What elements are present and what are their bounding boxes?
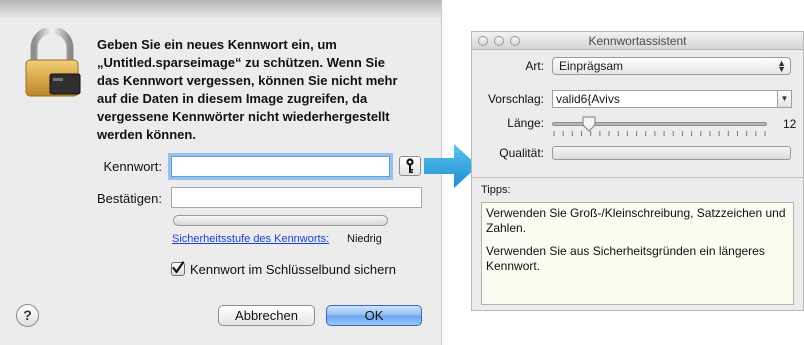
confirm-input[interactable] [171,187,422,208]
chevron-down-icon: ▼ [780,94,789,103]
suggestion-input[interactable]: valid6{Avivs [552,90,778,108]
window-title: Kennwortassistent [588,34,687,48]
question-mark-icon: ? [23,307,32,323]
type-popup[interactable]: Einprägsam ▲ ▼ [552,57,791,75]
tips-box: Verwenden Sie Groß-/Kleinschreibung, Sat… [481,202,794,305]
length-slider-knob[interactable] [582,116,596,132]
keychain-checkbox-label[interactable]: Kennwort im Schlüsselbund sichern [190,262,396,277]
confirm-label: Bestätigen: [96,191,162,206]
updown-arrows-icon: ▲ ▼ [777,58,786,74]
ok-button[interactable]: OK [326,305,422,326]
password-assistant-window: Kennwortassistent Art: Einprägsam ▲ ▼ Vor… [471,31,804,311]
password-input[interactable] [171,156,390,177]
password-strength-bar [173,215,388,226]
tip-item: Verwenden Sie Groß-/Kleinschreibung, Sat… [486,206,786,235]
quality-meter [552,146,791,160]
password-label: Kennwort: [103,159,162,174]
password-assistant-button[interactable] [399,156,421,176]
length-label: Länge: [507,116,544,130]
suggestion-label: Vorschlag: [487,92,544,106]
tip-item: Verwenden Sie aus Sicherheitsgründen ein… [486,244,765,273]
length-value: 12 [783,117,797,131]
divider [472,177,803,178]
quality-label: Qualität: [499,146,544,160]
sheet-top-shadow [0,0,441,18]
suggestion-dropdown-button[interactable]: ▼ [777,90,792,108]
keychain-checkbox[interactable] [171,261,185,276]
dialog-message: Geben Sie ein neues Kennwort ein, um „Un… [97,37,398,142]
lock-icon [25,28,81,97]
tips-label: Tipps: [481,184,511,196]
type-popup-value: Einprägsam [559,59,624,73]
key-icon [406,158,414,173]
length-slider-ticks [553,131,766,136]
strength-value: Niedrig [347,233,382,245]
strength-link[interactable]: Sicherheitsstufe des Kennworts: [172,233,329,245]
password-sheet: Geben Sie ein neues Kennwort ein, um „Un… [0,0,442,345]
checkmark-icon [172,261,185,274]
cancel-button[interactable]: Abbrechen [218,305,315,326]
type-label: Art: [525,59,544,73]
titlebar: Kennwortassistent [472,32,803,50]
help-button[interactable]: ? [16,304,39,327]
